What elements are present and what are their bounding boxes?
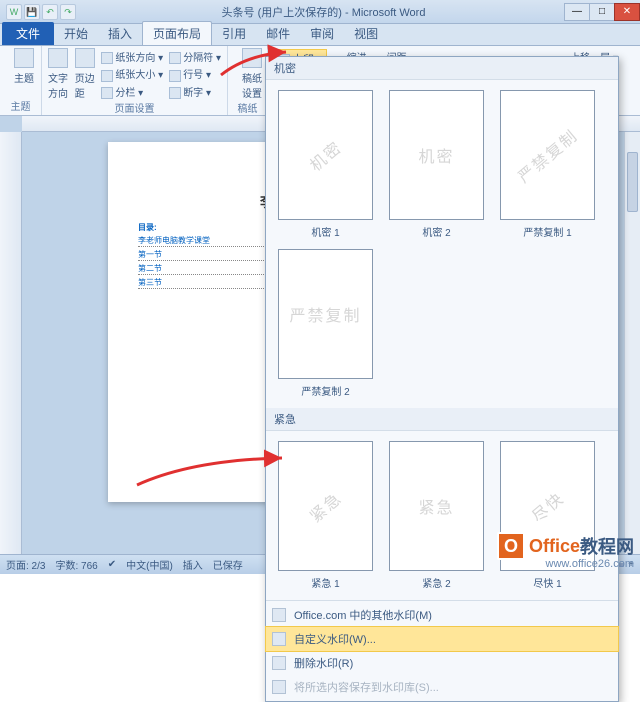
line-numbers-button[interactable]: 行号 ▾ (169, 66, 221, 81)
watermark-grid: 紧急紧急 1 紧急紧急 2 尽快尽快 1 (266, 431, 618, 600)
group-page-setup: 文字方向 页边距 纸张方向 ▾ 纸张大小 ▾ 分栏 ▾ 分隔符 ▾ 行号 ▾ 断… (42, 46, 228, 115)
vertical-scrollbar[interactable] (624, 132, 640, 554)
site-url: www.office26.com (546, 558, 634, 570)
remove-watermark-menu-item[interactable]: 删除水印(R) (266, 651, 618, 675)
breaks-button[interactable]: 分隔符 ▾ (169, 49, 221, 64)
maximize-button[interactable]: □ (589, 3, 615, 21)
watermark-menu: Office.com 中的其他水印(M) 自定义水印(W)... 删除水印(R)… (266, 600, 618, 701)
redo-icon[interactable]: ↷ (60, 4, 76, 20)
tab-page-layout[interactable]: 页面布局 (142, 21, 212, 45)
watermark-grid: 机密机密 1 机密机密 2 严禁复制严禁复制 1 (266, 80, 618, 249)
tab-insert[interactable]: 插入 (98, 22, 142, 45)
watermark-group-urgent: 紧急 (266, 408, 618, 431)
themes-button[interactable]: 主题 (6, 48, 42, 85)
language-status[interactable]: 中文(中国) (126, 557, 173, 572)
site-name-2: 教程网 (580, 533, 634, 559)
tab-home[interactable]: 开始 (54, 22, 98, 45)
minimize-button[interactable]: — (564, 3, 590, 21)
site-watermark: O Office教程网 www.office26.com (497, 532, 634, 560)
annotation-arrow (216, 50, 296, 85)
save-icon (272, 680, 286, 694)
undo-icon[interactable]: ↶ (42, 4, 58, 20)
orientation-icon (101, 52, 113, 64)
line-numbers-icon (169, 70, 181, 82)
title-bar: W 💾 ↶ ↷ 头条号 (用户上次保存的) - Microsoft Word —… (0, 0, 640, 24)
save-status: 已保存 (213, 557, 243, 572)
office-icon (272, 608, 286, 622)
text-direction-label: 文字方向 (48, 70, 69, 100)
file-tab[interactable]: 文件 (2, 22, 54, 45)
word-count-status[interactable]: 字数: 766 (55, 557, 97, 572)
more-watermarks-menu-item[interactable]: Office.com 中的其他水印(M) (266, 603, 618, 627)
page-number-status[interactable]: 页面: 2/3 (6, 557, 45, 572)
office-logo-icon: O (497, 532, 525, 560)
site-name-1: Office (529, 536, 580, 557)
tab-mailings[interactable]: 邮件 (256, 22, 300, 45)
text-direction-button[interactable]: 文字方向 (48, 48, 69, 100)
group-themes: 主题 主题 (0, 46, 42, 115)
ribbon-tabs: 文件 开始 插入 页面布局 引用 邮件 审阅 视图 (0, 24, 640, 46)
save-icon[interactable]: 💾 (24, 4, 40, 20)
margins-label: 页边距 (75, 70, 96, 100)
watermark-option[interactable]: 机密机密 2 (389, 90, 484, 239)
hyphenation-icon (169, 87, 181, 99)
group-themes-label: 主题 (6, 98, 35, 115)
custom-icon (272, 632, 286, 646)
watermark-option[interactable]: 严禁复制严禁复制 1 (500, 90, 595, 239)
columns-icon (101, 87, 113, 99)
window-controls: — □ ✕ (565, 3, 640, 21)
watermark-option[interactable]: 严禁复制严禁复制 2 (278, 249, 373, 398)
paper-size-icon (101, 70, 113, 82)
group-page-setup-label: 页面设置 (48, 100, 221, 117)
text-direction-icon (48, 48, 68, 68)
toc-label: 目录: (138, 223, 157, 232)
hyphenation-button[interactable]: 断字 ▾ (169, 84, 221, 99)
themes-icon (14, 48, 34, 68)
scrollbar-thumb[interactable] (627, 152, 638, 212)
annotation-arrow (132, 430, 292, 495)
watermark-option[interactable]: 紧急紧急 1 (278, 441, 373, 590)
paper-size-button[interactable]: 纸张大小 ▾ (101, 66, 163, 81)
breaks-icon (169, 52, 181, 64)
margins-icon (75, 48, 95, 68)
watermark-group-confidential: 机密 (266, 57, 618, 80)
margins-button[interactable]: 页边距 (75, 48, 96, 100)
remove-icon (272, 656, 286, 670)
watermark-option[interactable]: 机密机密 1 (278, 90, 373, 239)
close-button[interactable]: ✕ (614, 3, 640, 21)
custom-watermark-menu-item[interactable]: 自定义水印(W)... (265, 626, 619, 652)
proofing-icon[interactable]: ✔ (108, 559, 116, 570)
tab-review[interactable]: 审阅 (300, 22, 344, 45)
orientation-button[interactable]: 纸张方向 ▾ (101, 49, 163, 64)
watermark-dropdown: 机密 机密机密 1 机密机密 2 严禁复制严禁复制 1 严禁复制严禁复制 2 紧… (265, 56, 619, 702)
tab-references[interactable]: 引用 (212, 22, 256, 45)
themes-label: 主题 (14, 70, 34, 85)
watermark-option[interactable]: 紧急紧急 2 (389, 441, 484, 590)
group-manuscript-label: 稿纸 (234, 100, 261, 117)
quick-access-toolbar: W 💾 ↶ ↷ (0, 4, 82, 20)
watermark-grid: 严禁复制严禁复制 2 (266, 249, 618, 408)
columns-button[interactable]: 分栏 ▾ (101, 84, 163, 99)
tab-view[interactable]: 视图 (344, 22, 388, 45)
vertical-ruler[interactable] (0, 132, 22, 554)
word-icon[interactable]: W (6, 4, 22, 20)
save-watermark-menu-item: 将所选内容保存到水印库(S)... (266, 675, 618, 699)
insert-mode-status[interactable]: 插入 (183, 557, 203, 572)
window-title: 头条号 (用户上次保存的) - Microsoft Word (82, 4, 565, 20)
